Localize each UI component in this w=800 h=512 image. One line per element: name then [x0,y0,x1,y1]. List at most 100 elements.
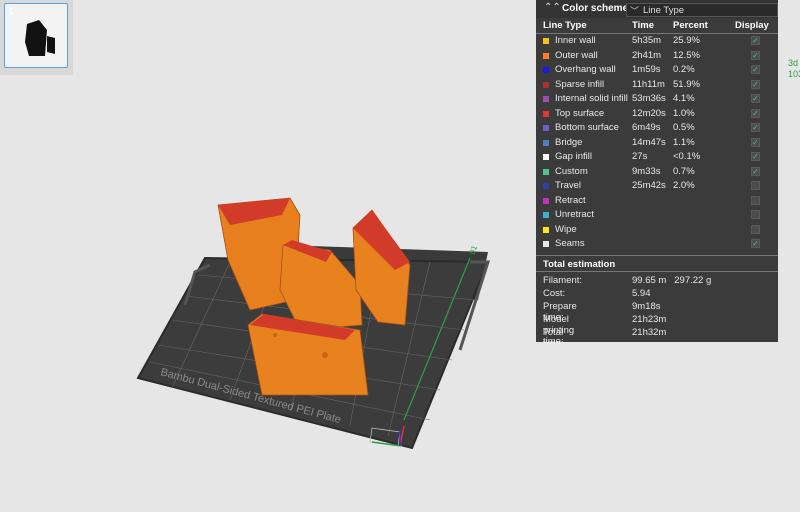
line-type-name: Custom [555,165,588,177]
line-type-name: Outer wall [555,49,598,61]
color-swatch [543,168,549,175]
line-type-name: Sparse infill [555,78,605,90]
line-type-time: 12m20s [632,107,666,119]
display-checkbox[interactable]: ✓ [751,50,760,60]
line-type-name: Bridge [555,136,583,148]
line-type-percent: <0.1% [673,151,701,162]
estimation-divider [536,255,778,256]
line-type-name: Overhang wall [555,64,616,75]
header-time: Time [632,20,655,31]
part-front-hole [273,333,277,337]
display-checkbox[interactable]: ✓ [751,166,760,176]
line-type-time: 25m42s [632,180,666,191]
line-type-time: 9m33s [632,165,661,177]
line-type-row: Retract [536,194,778,209]
color-swatch [543,81,549,88]
line-type-time: 2h41m [632,49,662,61]
line-type-time: 6m49s [632,122,661,133]
color-swatch [543,241,549,247]
filament-length: 99.65 m [632,275,667,286]
header-display: Display [735,20,769,31]
display-checkbox[interactable]: ✓ [751,152,760,161]
cost-value: 5.94 [632,288,651,299]
line-type-percent: 12.5% [673,49,700,61]
cost-label: Cost: [543,288,566,299]
display-checkbox[interactable]: ✓ [751,65,760,74]
side-label-bottom: 103 [788,69,800,79]
header-percent: Percent [673,20,708,31]
model-time-value: 21h23m [632,314,667,325]
line-type-row: Inner wall 5h35m 25.9% ✓ [536,34,778,49]
color-swatch [543,183,549,189]
color-swatch [543,96,549,102]
line-type-row: Internal solid infill 53m36s 4.1% ✓ [536,92,778,107]
line-type-name: Travel [555,180,582,191]
plate-thumbnail-strip: 1 [0,0,73,75]
prepare-value: 9m18s [632,301,661,312]
display-checkbox[interactable]: ✓ [751,36,760,45]
line-type-percent: 4.1% [673,93,695,104]
line-type-percent: 2.0% [673,180,695,191]
line-type-percent: 0.5% [673,122,695,133]
line-type-name: Wipe [555,223,577,235]
line-type-name: Bottom surface [555,122,619,133]
display-checkbox[interactable] [751,224,760,234]
line-type-row: Bridge 14m47s 1.1% ✓ [536,136,778,151]
line-type-row: Custom 9m33s 0.7% ✓ [536,165,778,180]
line-type-time: 1m59s [632,64,661,75]
line-type-name: Internal solid infill [555,93,628,104]
line-type-row: Top surface 12m20s 1.0% ✓ [536,107,778,122]
line-type-time: 5h35m [632,35,662,46]
display-checkbox[interactable]: ✓ [751,108,760,118]
panel-title: Color scheme [562,3,629,14]
line-type-percent: 0.7% [673,165,695,177]
display-checkbox[interactable]: ✓ [751,94,760,103]
color-swatch [543,67,549,73]
line-type-name: Top surface [555,107,605,119]
total-time-label: Total time: [543,327,564,349]
display-checkbox[interactable]: ✓ [751,239,760,248]
color-scheme-panel: ⌃⌃ Color scheme ﹀ Line Type Line Type Ti… [536,0,778,349]
line-type-row: Unretract [536,208,778,223]
line-type-percent: 1.1% [673,136,695,148]
color-swatch [543,110,549,117]
display-checkbox[interactable] [751,210,760,219]
color-swatch [543,38,549,44]
filament-weight: 297.22 g [674,275,712,286]
line-type-name: Seams [555,238,585,249]
line-type-percent: 0.2% [673,64,695,75]
side-label-top: 3d [788,58,799,68]
color-swatch [543,125,549,131]
display-checkbox[interactable]: ✓ [751,79,760,89]
display-checkbox[interactable] [751,181,760,190]
line-type-percent: 51.9% [673,78,700,90]
display-checkbox[interactable] [751,195,760,205]
collapse-chevron-icon[interactable]: ⌃⌃ [544,2,561,13]
display-checkbox[interactable]: ✓ [751,123,760,132]
line-type-row: Travel 25m42s 2.0% [536,179,778,194]
plate-thumbnail[interactable]: 1 [4,3,68,68]
line-type-time: 14m47s [632,136,666,148]
line-type-time: 53m36s [632,93,666,104]
display-checkbox[interactable]: ✓ [751,137,760,147]
line-type-row: Outer wall 2h41m 12.5% ✓ [536,49,778,64]
estimation-title: Total estimation [543,259,616,270]
line-type-percent: 1.0% [673,107,695,119]
thumbnail-preview-icon [25,20,55,56]
line-type-name: Gap infill [555,151,592,162]
color-swatch [543,52,549,59]
filament-label: Filament: [543,275,583,286]
color-scheme-value: Line Type [643,5,685,16]
line-type-row: Bottom surface 6m49s 0.5% ✓ [536,121,778,136]
color-scheme-select[interactable]: ﹀ Line Type [626,3,778,17]
line-type-time: 11h11m [632,78,665,90]
line-type-name: Inner wall [555,35,596,46]
line-type-row: Overhang wall 1m59s 0.2% ✓ [536,63,778,78]
line-type-name: Unretract [555,209,595,220]
line-type-row: Wipe [536,223,778,238]
estimation-title-divider [536,271,778,272]
color-swatch [543,197,549,204]
color-swatch [543,212,549,218]
panel-header: ⌃⌃ Color scheme ﹀ Line Type [536,0,778,18]
line-type-percent: 25.9% [673,35,700,46]
